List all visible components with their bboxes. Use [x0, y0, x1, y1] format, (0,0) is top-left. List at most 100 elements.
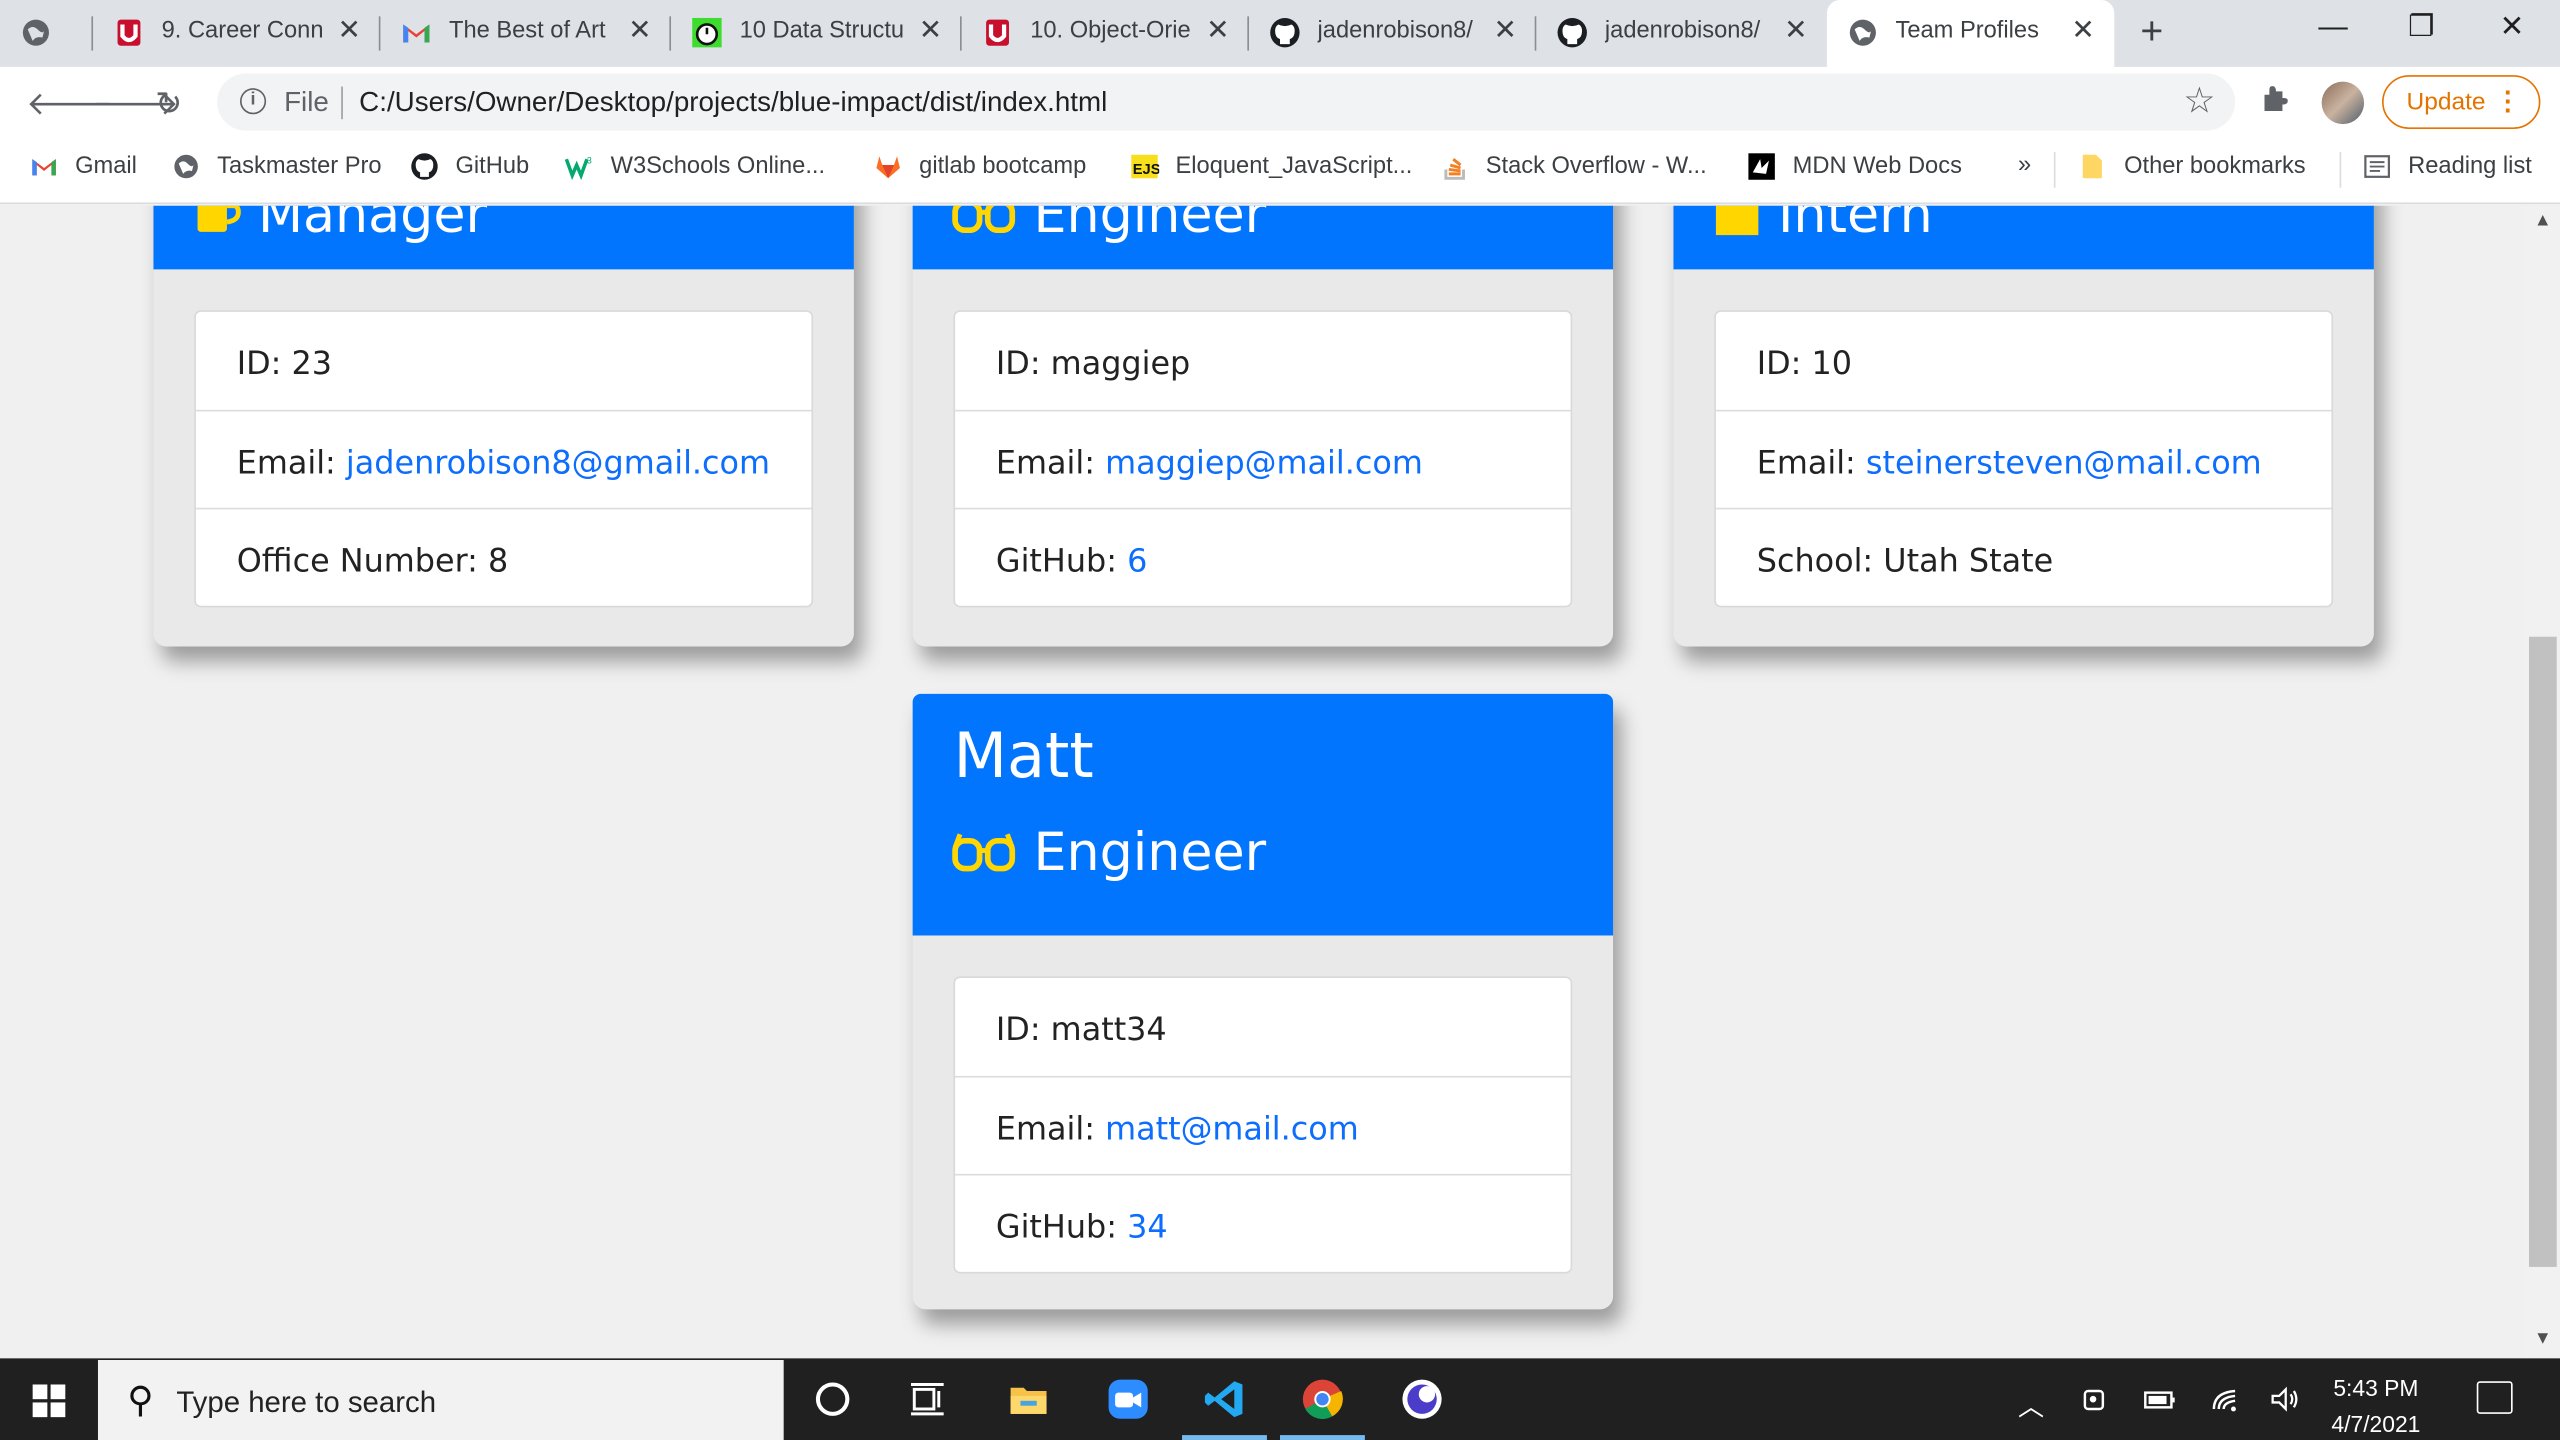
- tab-4[interactable]: 10. Object-Orie ✕: [962, 0, 1249, 67]
- battery-icon[interactable]: [2144, 1384, 2177, 1413]
- bookmark-stackoverflow[interactable]: Stack Overflow - W...: [1440, 152, 1707, 181]
- extensions-icon[interactable]: [2260, 82, 2293, 115]
- card-details-list: ID: 23 Email: jadenrobison8@gmail.com Of…: [194, 310, 814, 608]
- update-label: Update: [2406, 88, 2486, 116]
- globe-icon: [1849, 19, 1876, 46]
- reload-button[interactable]: ↻: [155, 83, 182, 124]
- close-icon[interactable]: ✕: [338, 15, 361, 48]
- minimize-button[interactable]: —: [2318, 10, 2347, 44]
- taskbar-search-box[interactable]: ⚲ Type here to search: [97, 1359, 784, 1440]
- globe-icon: [22, 19, 49, 46]
- other-bookmarks[interactable]: Other bookmarks: [2078, 152, 2306, 181]
- restore-button[interactable]: ❐: [2408, 10, 2434, 44]
- windows-start-icon[interactable]: [32, 1384, 66, 1418]
- tab-title: 9. Career Conn: [161, 17, 324, 45]
- card-school: School: Utah State: [1715, 507, 2332, 606]
- close-icon[interactable]: ✕: [919, 15, 942, 48]
- cortana-icon[interactable]: [811, 1378, 853, 1420]
- page-viewport: Manager ID: 23 Email: jadenrobison8@gmai…: [0, 205, 2526, 1359]
- file-explorer-icon[interactable]: [1007, 1378, 1049, 1420]
- tab-0[interactable]: [0, 0, 94, 67]
- bookmark-w3schools[interactable]: 3 W3Schools Online...: [564, 152, 825, 181]
- close-icon[interactable]: ✕: [2071, 15, 2094, 48]
- vscode-icon[interactable]: [1203, 1378, 1245, 1420]
- window-close-button[interactable]: ✕: [2500, 10, 2525, 44]
- card-details-list: ID: matt34 Email: matt@mail.com GitHub: …: [953, 976, 1573, 1274]
- tab-title: Team Profiles: [1895, 17, 2039, 45]
- close-icon[interactable]: ✕: [628, 15, 651, 48]
- mug-icon: [197, 205, 241, 232]
- tab-6[interactable]: jadenrobison8/ ✕: [1536, 0, 1827, 67]
- bookmark-gitlab[interactable]: gitlab bootcamp: [873, 152, 1086, 181]
- scroll-down-icon[interactable]: ▼: [2534, 1329, 2552, 1349]
- bookmark-star-icon[interactable]: ☆: [2183, 80, 2215, 122]
- task-view-icon[interactable]: [906, 1378, 948, 1420]
- close-icon[interactable]: ✕: [1493, 15, 1516, 48]
- globe-icon: [174, 154, 198, 179]
- clock-date: 4/7/2021: [2331, 1410, 2421, 1437]
- taskbar-clock[interactable]: 5:43 PM 4/7/2021: [2331, 1370, 2420, 1440]
- card-header: Manager: [153, 205, 854, 270]
- reading-list[interactable]: Reading list: [2362, 152, 2532, 181]
- close-icon[interactable]: ✕: [1784, 15, 1807, 48]
- github-icon: [411, 153, 438, 180]
- bookmarks-bar: Gmail Taskmaster Pro GitHub 3 W3Schools …: [0, 138, 2560, 205]
- bookmark-eloquent-js[interactable]: EJS Eloquent_JavaScript...: [1130, 152, 1412, 181]
- page-scrollbar[interactable]: ▲ ▼: [2525, 205, 2560, 1359]
- card-id: ID: maggiep: [995, 344, 1191, 383]
- tray-overflow-icon[interactable]: ︿: [2018, 1384, 2044, 1423]
- update-button[interactable]: Update ⋮: [2382, 75, 2541, 129]
- svg-text:EJS: EJS: [1133, 162, 1159, 178]
- email-link[interactable]: matt@mail.com: [1105, 1110, 1359, 1148]
- tab-active[interactable]: Team Profiles ✕: [1826, 0, 2115, 67]
- employee-card: Intern ID: 10 Email: steinersteven@mail.…: [1673, 205, 2374, 647]
- github-link[interactable]: 6: [1127, 542, 1147, 580]
- github-icon: [1270, 17, 1300, 48]
- tab-title: 10. Object-Orie: [1030, 17, 1191, 45]
- new-tab-button[interactable]: +: [2140, 10, 2163, 56]
- card-details-list: ID: 10 Email: steinersteven@mail.com Sch…: [1714, 310, 2334, 608]
- card-role: Manager: [193, 205, 487, 245]
- svg-text:3: 3: [587, 156, 592, 166]
- bookmarks-overflow-button[interactable]: »: [2018, 152, 2031, 178]
- card-email: Email: maggiep@mail.com: [955, 409, 1571, 508]
- email-link[interactable]: maggiep@mail.com: [1105, 444, 1423, 482]
- graduation-cap-icon: [1715, 205, 1759, 236]
- ejs-icon: EJS: [1131, 154, 1159, 179]
- info-icon[interactable]: i: [239, 88, 267, 115]
- email-link[interactable]: jadenrobison8@gmail.com: [346, 444, 770, 482]
- volume-icon[interactable]: [2269, 1384, 2302, 1413]
- chrome-icon[interactable]: [1301, 1378, 1343, 1420]
- url-text[interactable]: C:/Users/Owner/Desktop/projects/blue-imp…: [359, 87, 1107, 120]
- card-email: Email: steinersteven@mail.com: [1715, 409, 2332, 508]
- profile-avatar[interactable]: [2321, 81, 2365, 125]
- card-role: Engineer: [952, 205, 1266, 245]
- scheme-label: File: [284, 86, 329, 118]
- address-bar[interactable]: i File C:/Users/Owner/Desktop/projects/b…: [217, 73, 2236, 131]
- tab-title: jadenrobison8/: [1317, 17, 1473, 45]
- bookmark-github[interactable]: GitHub: [410, 152, 529, 181]
- bookmark-gmail[interactable]: Gmail: [29, 152, 137, 181]
- tab-3[interactable]: 10 Data Structu ✕: [671, 0, 962, 67]
- scroll-up-icon[interactable]: ▲: [2534, 211, 2552, 231]
- card-id: ID: matt34: [995, 1010, 1167, 1049]
- scrollbar-thumb[interactable]: [2528, 636, 2557, 1267]
- gmail-icon: [403, 24, 430, 43]
- wifi-icon[interactable]: [2211, 1384, 2240, 1413]
- bookmark-mdn[interactable]: MDN Web Docs: [1747, 152, 1962, 181]
- github-icon: [1557, 17, 1587, 48]
- tab-5[interactable]: jadenrobison8/ ✕: [1249, 0, 1537, 67]
- github-link[interactable]: 34: [1127, 1208, 1168, 1246]
- tab-2[interactable]: The Best of Art ✕: [380, 0, 672, 67]
- meet-now-icon[interactable]: [2082, 1384, 2111, 1413]
- email-link[interactable]: steinersteven@mail.com: [1866, 444, 2262, 482]
- clock-time: 5:43 PM: [2333, 1374, 2419, 1401]
- tab-strip: 9. Career Conn ✕ The Best of Art ✕ 10 Da…: [0, 0, 2560, 67]
- zoom-icon[interactable]: [1107, 1378, 1149, 1420]
- close-icon[interactable]: ✕: [1206, 15, 1229, 48]
- tab-1[interactable]: 9. Career Conn ✕: [93, 0, 381, 67]
- glasses-icon: [952, 833, 1016, 872]
- app-icon[interactable]: [1401, 1378, 1443, 1420]
- notification-center-icon[interactable]: [2476, 1381, 2513, 1414]
- bookmark-taskmaster[interactable]: Taskmaster Pro: [171, 152, 382, 181]
